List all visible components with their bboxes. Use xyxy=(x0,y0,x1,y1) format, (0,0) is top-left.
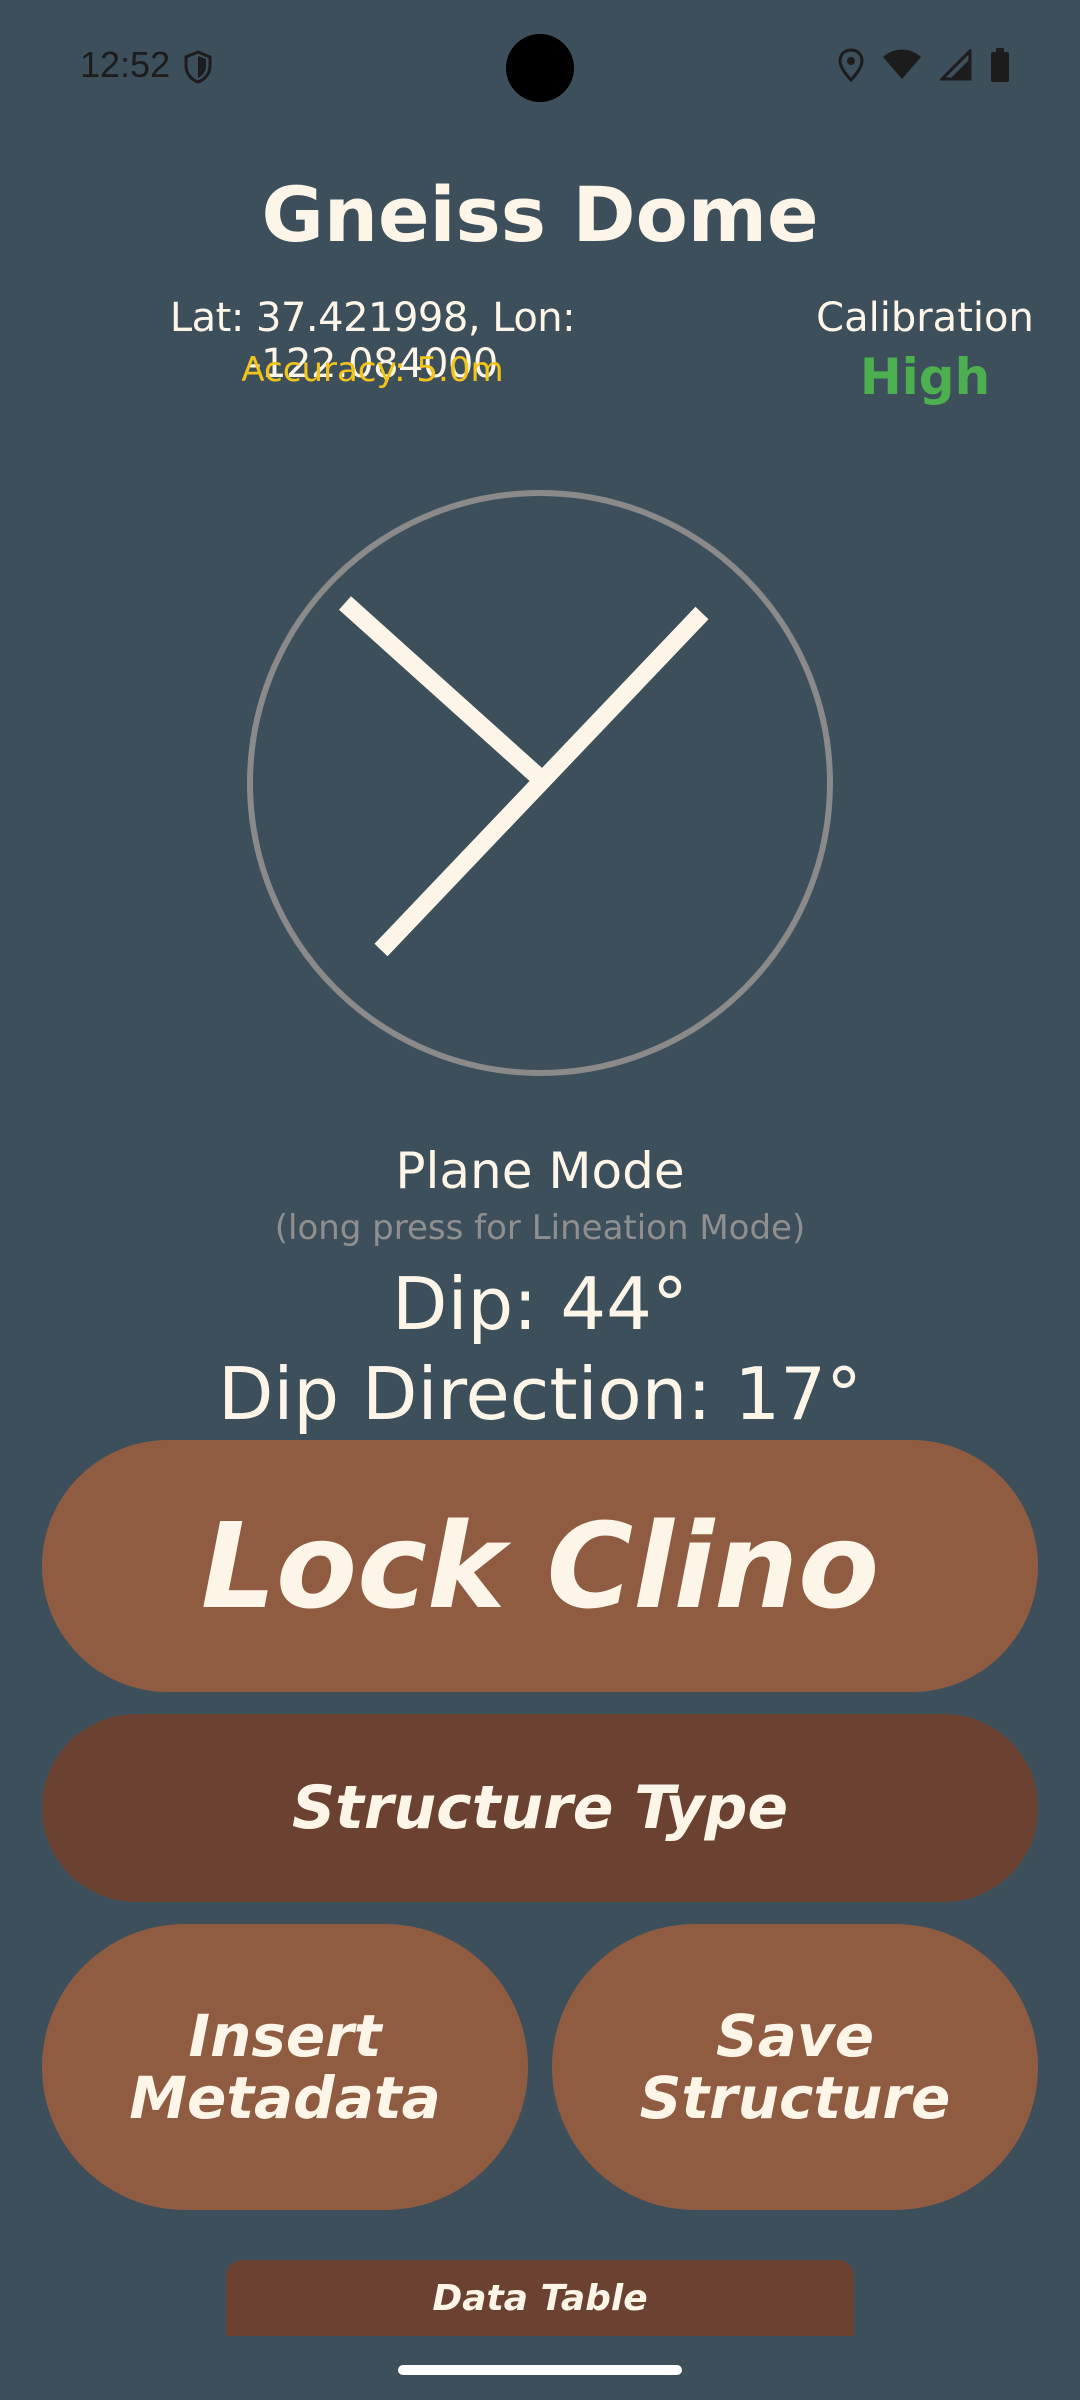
save-structure-button[interactable]: Save Structure xyxy=(552,1924,1038,2210)
calibration-value: High xyxy=(859,348,991,406)
structure-type-button[interactable]: Structure Type xyxy=(42,1714,1038,1902)
camera-cutout xyxy=(506,34,574,102)
mode-hint: (long press for Lineation Mode) xyxy=(274,1208,806,1248)
cellular-signal-icon xyxy=(938,47,972,85)
dip-direction-readout: Dip Direction: 17° xyxy=(217,1352,863,1436)
battery-icon xyxy=(990,48,1010,86)
strike-line xyxy=(374,606,709,957)
shield-icon xyxy=(184,50,212,88)
dip-line xyxy=(338,596,549,787)
lock-clino-button[interactable]: Lock Clino xyxy=(42,1440,1038,1692)
status-time: 12:52 xyxy=(80,44,171,85)
home-indicator[interactable] xyxy=(398,2365,682,2375)
status-bar: 12:52 xyxy=(0,0,1080,136)
calibration-label: Calibration xyxy=(816,295,1034,341)
dip-readout: Dip: 44° xyxy=(392,1262,688,1346)
status-icons xyxy=(838,47,1010,86)
mode-label[interactable]: Plane Mode xyxy=(0,1142,1080,1200)
clinometer-dial[interactable] xyxy=(245,488,835,1078)
location-icon xyxy=(838,48,864,86)
gps-accuracy: Accuracy: 5.0m xyxy=(241,350,504,390)
wifi-icon xyxy=(882,49,922,85)
data-table-button[interactable]: Data Table xyxy=(226,2260,854,2336)
insert-metadata-button[interactable]: Insert Metadata xyxy=(42,1924,528,2210)
site-title: Gneiss Dome xyxy=(261,170,819,259)
